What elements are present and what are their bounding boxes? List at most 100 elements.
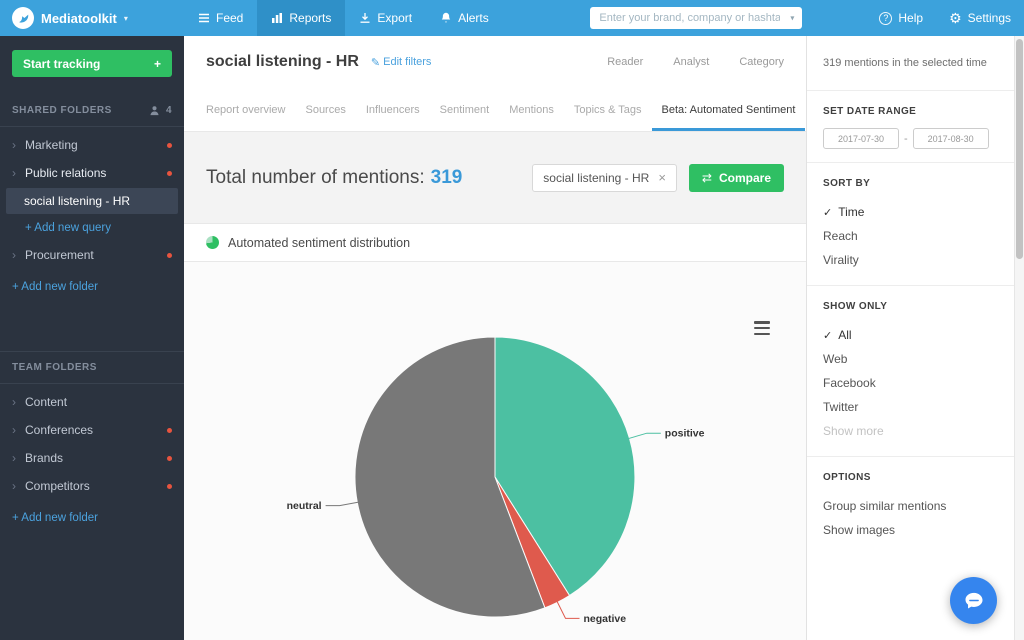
option-show-images[interactable]: Show images bbox=[823, 518, 998, 542]
sidebar-folder-marketing[interactable]: › Marketing bbox=[0, 131, 184, 159]
gear-icon: ⚙ bbox=[949, 11, 962, 25]
main-content: social listening - HR ✎ Edit filters Rea… bbox=[184, 36, 806, 640]
chart-context-menu-button[interactable] bbox=[752, 320, 772, 336]
page-title: social listening - HR bbox=[206, 53, 359, 71]
pie-label-connector-neutral bbox=[326, 502, 360, 506]
date-range-title: SET DATE RANGE bbox=[823, 106, 998, 117]
pie-chart-icon bbox=[206, 236, 219, 249]
tab-report-overview[interactable]: Report overview bbox=[206, 104, 295, 131]
tab-influencers[interactable]: Influencers bbox=[356, 104, 430, 131]
start-tracking-button[interactable]: Start tracking + bbox=[12, 50, 172, 77]
chat-bubble-icon bbox=[963, 590, 985, 612]
sort-by-section: SORT BY ✓Time Reach Virality bbox=[807, 163, 1014, 286]
pie-label-negative: negative bbox=[584, 613, 627, 625]
menu-line bbox=[754, 321, 770, 324]
feed-icon bbox=[198, 12, 210, 24]
sort-option-reach[interactable]: Reach bbox=[823, 224, 998, 248]
edit-filters-link[interactable]: ✎ Edit filters bbox=[371, 56, 432, 69]
sidebar-folder-public-relations[interactable]: › Public relations bbox=[0, 159, 184, 187]
sentiment-pie-chart: positivenegativeneutral bbox=[184, 262, 806, 638]
chart-section-title: Automated sentiment distribution bbox=[228, 236, 410, 250]
option-group-similar-mentions[interactable]: Group similar mentions bbox=[823, 494, 998, 518]
unread-dot bbox=[167, 143, 172, 148]
show-option-all[interactable]: ✓All bbox=[823, 323, 998, 347]
total-mentions-value: 319 bbox=[431, 167, 463, 188]
check-icon: ✓ bbox=[823, 207, 832, 219]
pie-label-neutral: neutral bbox=[287, 500, 322, 512]
team-folders-header: TEAM FOLDERS bbox=[0, 351, 184, 384]
tab-sources[interactable]: Sources bbox=[295, 104, 355, 131]
mediatoolkit-logo bbox=[12, 7, 34, 29]
brand-name: Mediatoolkit bbox=[41, 11, 117, 26]
top-navbar: Mediatoolkit ▾ Feed Reports Export Alert… bbox=[0, 0, 1024, 36]
unread-dot bbox=[167, 171, 172, 176]
brand-menu[interactable]: Mediatoolkit ▾ bbox=[0, 7, 184, 29]
unread-dot bbox=[167, 456, 172, 461]
view-mode-switcher: Reader Analyst Category bbox=[607, 56, 784, 68]
sidebar-folder-procurement[interactable]: › Procurement bbox=[0, 241, 184, 269]
chat-launcher-button[interactable] bbox=[950, 577, 997, 624]
show-option-facebook[interactable]: Facebook bbox=[823, 371, 998, 395]
sidebar-folder-competitors[interactable]: › Competitors bbox=[0, 472, 184, 500]
sidebar-folder-brands[interactable]: › Brands bbox=[0, 444, 184, 472]
bird-icon bbox=[17, 12, 30, 25]
add-new-folder-link[interactable]: + Add new folder bbox=[0, 500, 184, 536]
tab-mentions[interactable]: Mentions bbox=[499, 104, 564, 131]
remove-chip-icon[interactable]: × bbox=[658, 171, 666, 184]
nav-alerts[interactable]: Alerts bbox=[426, 0, 503, 36]
sidebar-folder-content[interactable]: › Content bbox=[0, 388, 184, 416]
sort-by-title: SORT BY bbox=[823, 178, 998, 189]
nav-export[interactable]: Export bbox=[345, 0, 426, 36]
view-mode-category[interactable]: Category bbox=[739, 56, 784, 68]
filters-sidebar: 319 mentions in the selected time SET DA… bbox=[806, 36, 1014, 640]
sidebar-folder-conferences[interactable]: › Conferences bbox=[0, 416, 184, 444]
sort-option-virality[interactable]: Virality bbox=[823, 248, 998, 272]
search-input[interactable] bbox=[590, 7, 802, 29]
chevron-down-icon: ▾ bbox=[124, 14, 128, 23]
tab-topics-tags[interactable]: Topics & Tags bbox=[564, 104, 652, 131]
view-mode-analyst[interactable]: Analyst bbox=[673, 56, 709, 68]
scrollbar-thumb[interactable] bbox=[1016, 39, 1023, 259]
primary-nav: Feed Reports Export Alerts bbox=[184, 0, 503, 36]
show-option-twitter[interactable]: Twitter bbox=[823, 395, 998, 419]
pie-chart-svg: positivenegativeneutral bbox=[184, 262, 806, 638]
view-mode-reader[interactable]: Reader bbox=[607, 56, 643, 68]
nav-reports[interactable]: Reports bbox=[257, 0, 345, 36]
nav-feed[interactable]: Feed bbox=[184, 0, 257, 36]
date-separator: - bbox=[904, 133, 908, 145]
alerts-bell-icon bbox=[440, 12, 452, 24]
chip-label: social listening - HR bbox=[543, 171, 649, 185]
compare-button[interactable]: ⇄ Compare bbox=[689, 164, 784, 192]
settings-button[interactable]: ⚙ Settings bbox=[936, 11, 1024, 25]
chevron-right-icon: › bbox=[12, 167, 16, 179]
plus-icon: + bbox=[154, 57, 161, 71]
date-from-input[interactable] bbox=[823, 128, 899, 149]
mentions-summary: 319 mentions in the selected time bbox=[807, 36, 1014, 91]
unread-dot bbox=[167, 428, 172, 433]
chevron-right-icon: › bbox=[12, 424, 16, 436]
page-scrollbar[interactable] bbox=[1014, 36, 1024, 640]
query-filter-chip[interactable]: social listening - HR × bbox=[532, 164, 677, 192]
shared-folders-header: SHARED FOLDERS 4 bbox=[0, 95, 184, 127]
pencil-icon: ✎ bbox=[371, 56, 380, 69]
options-section: OPTIONS Group similar mentions Show imag… bbox=[807, 457, 1014, 555]
chevron-right-icon: › bbox=[12, 139, 16, 151]
add-new-query-link[interactable]: + Add new query bbox=[0, 215, 184, 241]
help-button[interactable]: ? Help bbox=[866, 11, 936, 25]
sort-option-time[interactable]: ✓Time bbox=[823, 200, 998, 224]
shared-count: 4 bbox=[166, 105, 172, 116]
report-tabs: Report overview Sources Influencers Sent… bbox=[184, 88, 806, 132]
search-dropdown-chevron-icon[interactable]: ▾ bbox=[790, 14, 794, 23]
show-option-web[interactable]: Web bbox=[823, 347, 998, 371]
tab-sentiment[interactable]: Sentiment bbox=[430, 104, 500, 131]
chevron-right-icon: › bbox=[12, 452, 16, 464]
summary-band: Total number of mentions:319 social list… bbox=[184, 132, 806, 224]
tab-beta-automated-sentiment[interactable]: Beta: Automated Sentiment bbox=[652, 104, 806, 131]
sidebar-query-social-listening-hr[interactable]: social listening - HR bbox=[6, 188, 178, 214]
date-to-input[interactable] bbox=[913, 128, 989, 149]
add-new-folder-link[interactable]: + Add new folder bbox=[0, 269, 184, 305]
compare-arrows-icon: ⇄ bbox=[702, 171, 712, 185]
date-range-section: SET DATE RANGE - bbox=[807, 91, 1014, 163]
show-more-link[interactable]: Show more bbox=[823, 419, 998, 443]
pie-label-connector-positive bbox=[628, 433, 661, 439]
